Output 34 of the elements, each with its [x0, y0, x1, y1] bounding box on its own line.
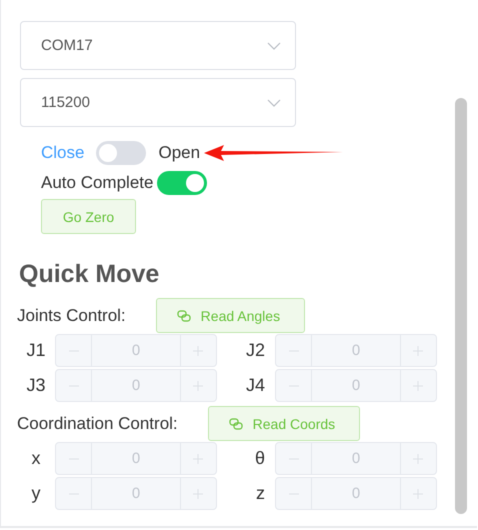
plus-icon	[412, 344, 424, 356]
axis-label: y	[30, 483, 42, 504]
axis-label: J4	[244, 375, 266, 396]
section-title: Quick Move	[19, 260, 160, 290]
auto-complete-toggle[interactable]	[157, 171, 208, 195]
plus-icon	[412, 488, 424, 500]
plus-icon	[192, 452, 204, 464]
read-button[interactable]: Read Angles	[156, 298, 306, 333]
read-button[interactable]: Read Coords	[208, 406, 360, 441]
auto-complete-label: Auto Complete	[41, 173, 154, 193]
group-label: Joints Control:	[17, 306, 126, 326]
group-label: Coordination Control:	[17, 414, 178, 434]
go-zero-button[interactable]: Go Zero	[41, 199, 136, 234]
chevron-down-icon	[267, 42, 281, 50]
axis-label: J1	[25, 340, 46, 361]
connection-toggle[interactable]	[96, 141, 146, 165]
axis-label: θ	[254, 448, 266, 469]
select-field[interactable]: COM17	[20, 21, 296, 70]
link-icon	[176, 310, 191, 322]
select-field[interactable]: 115200	[20, 78, 296, 127]
axis-label: J3	[25, 375, 46, 396]
plus-icon	[192, 380, 204, 392]
axis-label: x	[30, 448, 42, 469]
axis-label: z	[255, 483, 266, 504]
open-label: Open	[158, 143, 200, 163]
chevron-down-icon	[267, 98, 281, 106]
close-label: Close	[41, 143, 84, 163]
link-icon	[228, 418, 243, 430]
plus-icon	[412, 380, 424, 392]
plus-icon	[412, 452, 424, 464]
plus-icon	[192, 488, 204, 500]
axis-label: J2	[244, 340, 266, 361]
scrollbar-thumb[interactable]	[455, 98, 467, 514]
plus-icon	[192, 344, 204, 356]
